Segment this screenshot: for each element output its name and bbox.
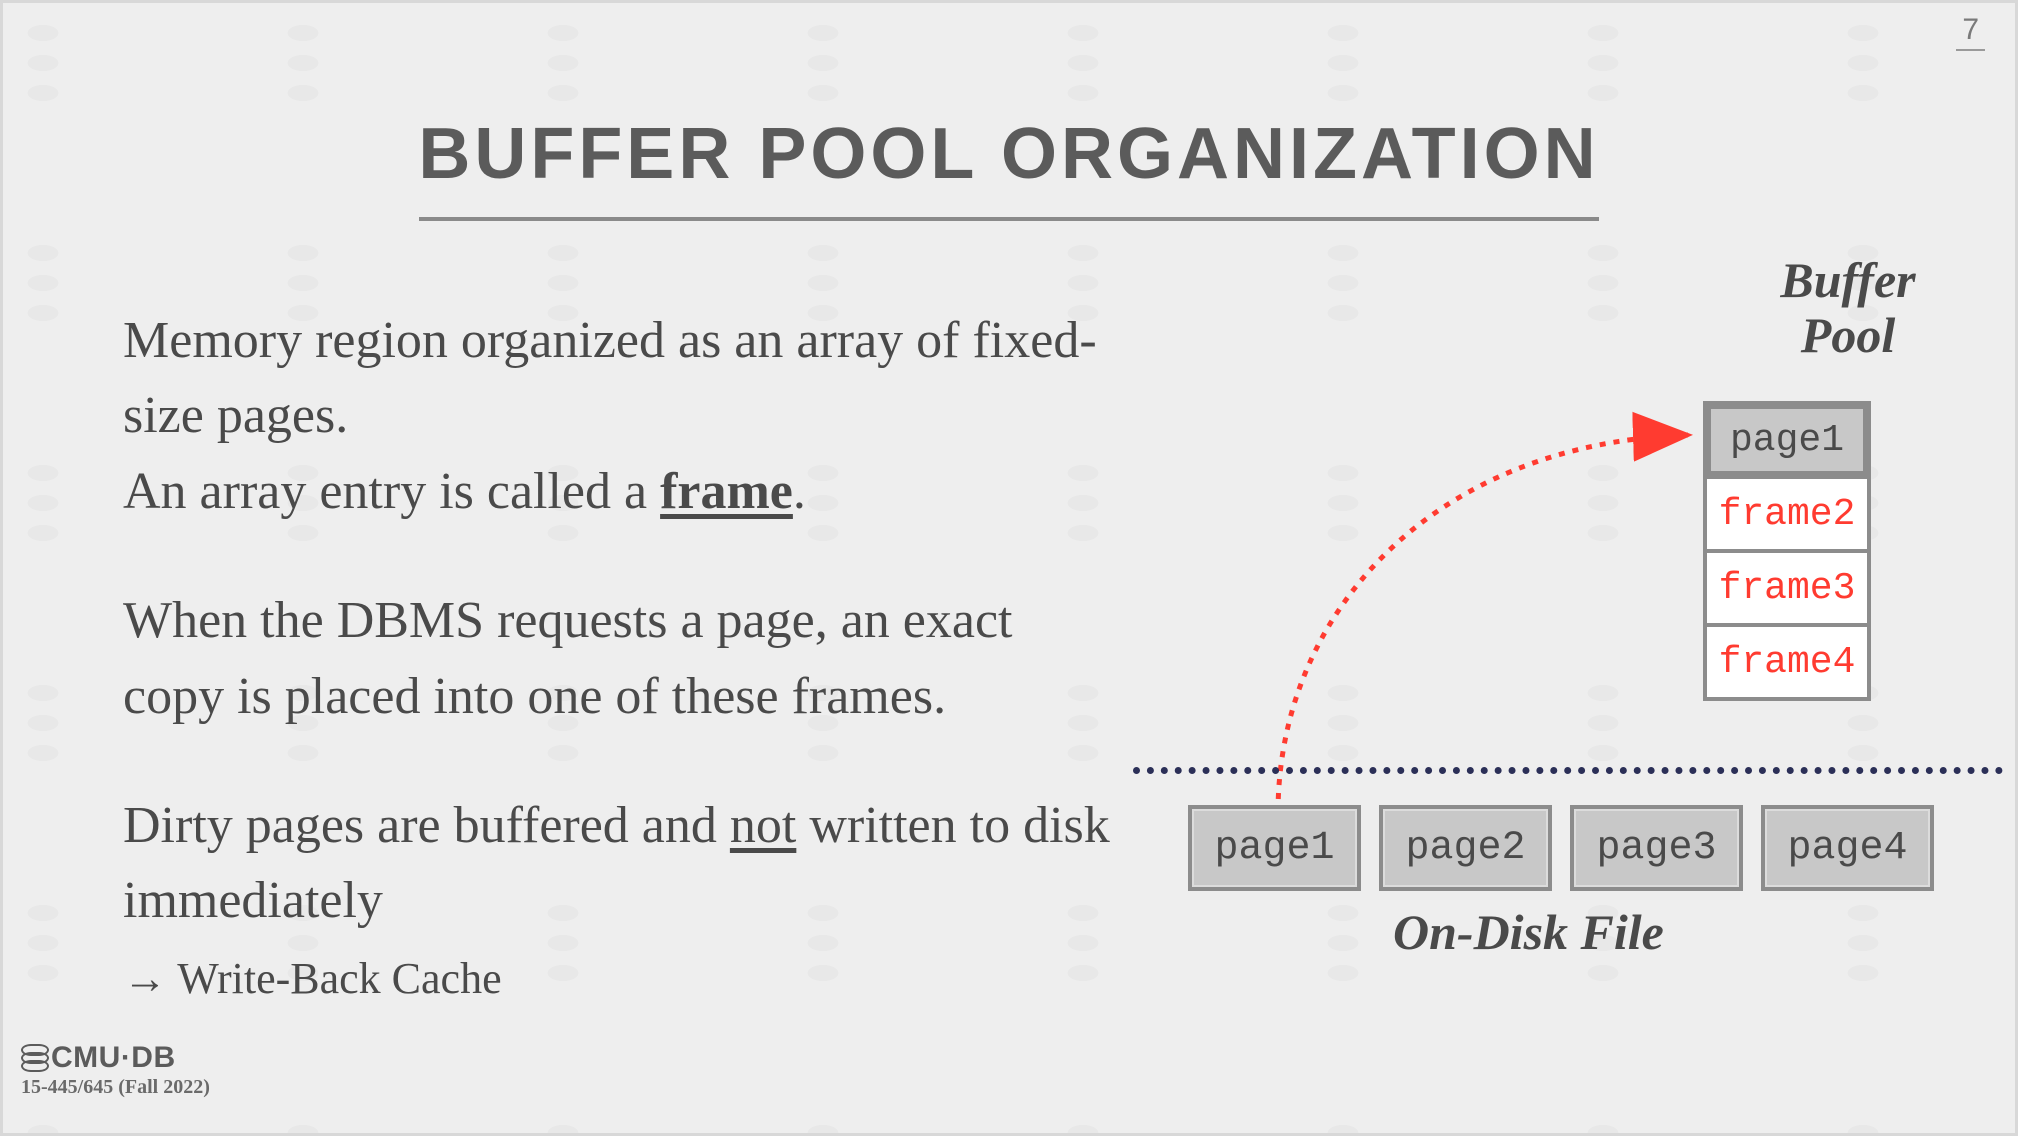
- p1b-pre: An array entry is called a: [123, 463, 660, 520]
- paragraph-1: Memory region organized as an array of f…: [123, 303, 1123, 529]
- p3-sub: → Write-Back Cache: [123, 954, 502, 1003]
- p1-line-a: Memory region organized as an array of f…: [123, 312, 1097, 444]
- diagram: Buffer Pool page1 frame2 frame3 frame4 p…: [1133, 253, 2003, 993]
- buffer-frame-3: frame3: [1707, 553, 1867, 627]
- disk-page-2: page2: [1379, 805, 1552, 891]
- disk-page-3: page3: [1570, 805, 1743, 891]
- slide-title: BUFFER POOL ORGANIZATION: [3, 113, 2015, 195]
- disk-page-1: page1: [1188, 805, 1361, 891]
- paragraph-3: Dirty pages are buffered and not written…: [123, 788, 1123, 1014]
- bp-label-line1: Buffer: [1780, 252, 1915, 308]
- paragraph-2: When the DBMS requests a page, an exact …: [123, 583, 1123, 734]
- page-number: 7: [1956, 13, 1985, 51]
- buffer-frame-1: page1: [1707, 405, 1867, 479]
- slide: 7 BUFFER POOL ORGANIZATION Memory region…: [0, 0, 2018, 1136]
- disk-pages-row: page1 page2 page3 page4: [1188, 805, 1934, 891]
- keyword-frame: frame: [660, 463, 793, 520]
- p1b-post: .: [793, 463, 806, 520]
- keyword-not: not: [730, 797, 796, 854]
- on-disk-file-label: On-Disk File: [1393, 903, 1664, 961]
- body-text: Memory region organized as an array of f…: [123, 303, 1123, 1068]
- buffer-frame-4: frame4: [1707, 627, 1867, 697]
- memory-disk-divider: [1133, 767, 2003, 774]
- disk-page-4: page4: [1761, 805, 1934, 891]
- footer-logo: CMU·DB: [21, 1041, 176, 1075]
- buffer-pool-stack: page1 frame2 frame3 frame4: [1703, 401, 1871, 701]
- title-underline: [419, 217, 1599, 221]
- p3-pre: Dirty pages are buffered and: [123, 797, 730, 854]
- bp-label-line2: Pool: [1801, 307, 1895, 363]
- footer-logo-text: CMU·DB: [51, 1041, 176, 1075]
- footer-course-text: 15-445/645 (Fall 2022): [21, 1076, 210, 1099]
- buffer-pool-label: Buffer Pool: [1718, 253, 1978, 363]
- buffer-frame-2: frame2: [1707, 479, 1867, 553]
- database-icon: [21, 1044, 45, 1072]
